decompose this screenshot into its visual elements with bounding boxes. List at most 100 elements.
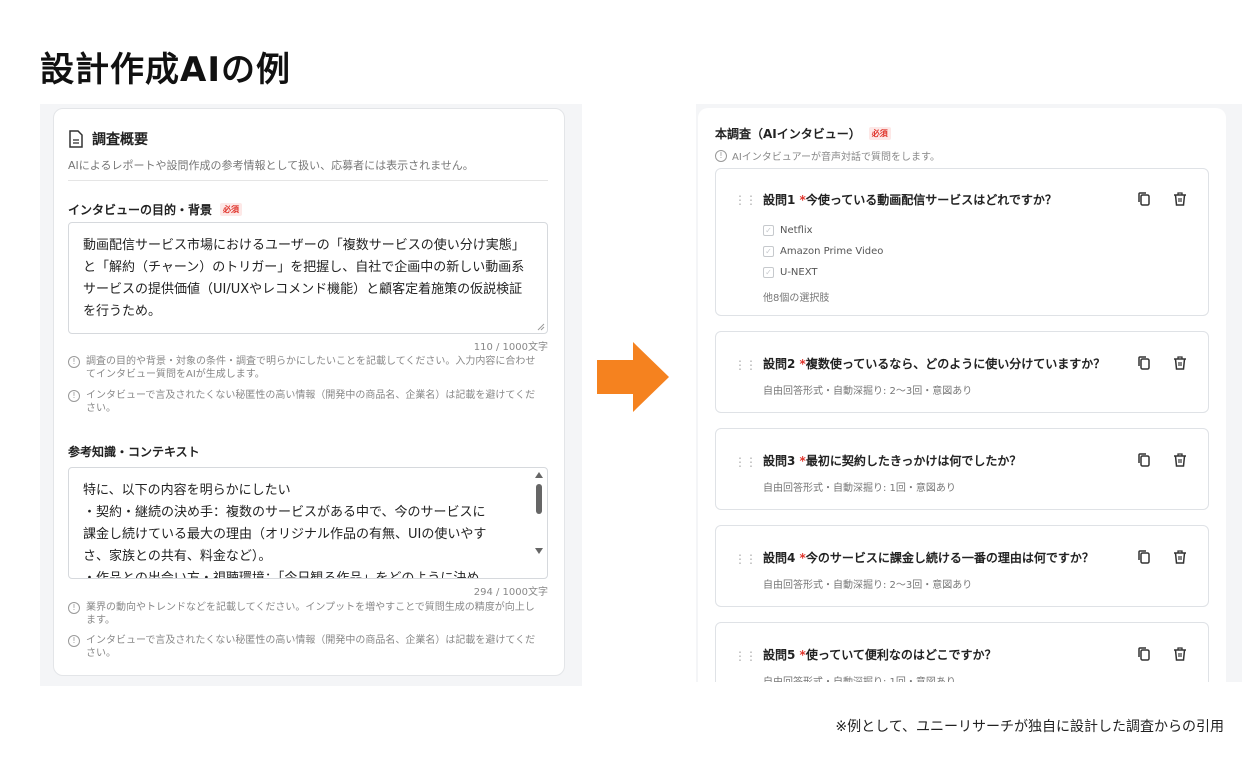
context-line: ・契約・継続の決め手：複数のサービスがある中で、今のサービスに (83, 505, 486, 520)
required-badge: 必須 (220, 203, 243, 216)
drag-handle-icon[interactable]: ⋮⋮ (734, 358, 757, 372)
purpose-text: 動画配信サービス市場におけるユーザーの「複数サービスの使い分け実態」と「解約（チ… (83, 238, 525, 319)
context-line: ・作品との出会い方・視聴環境：「今日観る作品」をどのように決め (83, 571, 480, 579)
checkbox-icon: ✓ (763, 246, 774, 257)
question-text: 最初に契約したきっかけは何でしたか？ (805, 454, 1022, 468)
copy-icon[interactable] (1136, 355, 1152, 371)
option-item: ✓ Netflix (763, 225, 813, 236)
card-subtitle: AIによるレポートや設問作成の参考情報として扱い、応募者には表示されません。 (68, 159, 474, 172)
question-actions (1136, 549, 1188, 565)
resize-grip-icon[interactable] (537, 323, 545, 331)
textarea-scrollbar[interactable] (533, 470, 545, 566)
question-actions (1136, 355, 1188, 371)
note-text: インタビューで言及されたくない秘匿性の高い情報（開発中の商品名、企業名）は記載を… (86, 635, 536, 659)
question-card-2[interactable]: ⋮⋮ 設問2 *複数使っているなら、どのように使い分けていますか？ 自由回答形式… (715, 331, 1209, 413)
question-actions (1136, 191, 1188, 207)
checkbox-icon: ✓ (763, 225, 774, 236)
context-label-text: 参考知識・コンテキスト (68, 445, 200, 459)
question-card-3[interactable]: ⋮⋮ 設問3 *最初に契約したきっかけは何でしたか？ 自由回答形式・自動深掘り:… (715, 428, 1209, 510)
question-title: 設問5 *使っていて便利なのはどこですか？ (763, 646, 997, 663)
info-icon: ! (68, 356, 80, 368)
option-label: U-NEXT (780, 267, 818, 278)
question-text: 今のサービスに課金し続ける一番の理由は何ですか？ (805, 551, 1094, 565)
question-actions (1136, 646, 1188, 662)
purpose-note-1: ! 調査の目的や背景・対象の条件・調査で明らかにしたいことを記載してください。入… (68, 355, 544, 381)
purpose-note-2: ! インタビューで言及されたくない秘匿性の高い情報（開発中の商品名、企業名）は記… (68, 389, 544, 415)
trash-icon[interactable] (1172, 191, 1188, 207)
question-number: 設問4 (763, 551, 796, 565)
question-number: 設問1 (763, 193, 796, 207)
copy-icon[interactable] (1136, 646, 1152, 662)
section-title-text: 本調査（AIインタビュー） (715, 127, 861, 141)
context-note-1: ! 業界の動向やトレンドなどを記載してください。インプットを増やすことで質問生成… (68, 601, 544, 627)
question-meta: 自由回答形式・自動深掘り: 2〜3回・意図あり (763, 580, 973, 591)
info-icon: ! (68, 390, 80, 402)
required-badge: 必須 (868, 127, 891, 140)
question-number: 設問5 (763, 648, 796, 662)
right-arrow-icon (597, 342, 669, 412)
question-title: 設問2 *複数使っているなら、どのように使い分けていますか？ (763, 355, 1105, 372)
question-text: 複数使っているなら、どのように使い分けていますか？ (805, 357, 1106, 371)
drag-handle-icon[interactable]: ⋮⋮ (734, 193, 757, 207)
question-text: 今使っている動画配信サービスはどれですか？ (805, 193, 1057, 207)
page-title: 設計作成AIの例 (40, 50, 291, 90)
card-header: 調査概要 (68, 129, 148, 149)
copy-icon[interactable] (1136, 452, 1152, 468)
purpose-counter: 110 / 1000文字 (473, 342, 548, 353)
purpose-textarea[interactable]: 動画配信サービス市場におけるユーザーの「複数サービスの使い分け実態」と「解約（チ… (68, 222, 548, 334)
context-counter: 294 / 1000文字 (473, 587, 548, 598)
context-line: さ、家族との共有、料金など）。 (83, 549, 272, 564)
left-screenshot: 調査概要 AIによるレポートや設問作成の参考情報として扱い、応募者には表示されま… (40, 104, 582, 686)
drag-handle-icon[interactable]: ⋮⋮ (734, 649, 757, 663)
context-line: 課金し続けている最大の理由（オリジナル作品の有無、UIの使いやす (83, 527, 487, 542)
context-label: 参考知識・コンテキスト (68, 443, 200, 460)
card-title: 調査概要 (92, 132, 148, 148)
question-number: 設問2 (763, 357, 796, 371)
question-card-4[interactable]: ⋮⋮ 設問4 *今のサービスに課金し続ける一番の理由は何ですか？ 自由回答形式・… (715, 525, 1209, 607)
option-label: Netflix (780, 225, 813, 236)
more-options: 他8個の選択肢 (763, 293, 830, 304)
question-title: 設問3 *最初に契約したきっかけは何でしたか？ (763, 452, 1021, 469)
note-text: 業界の動向やトレンドなどを記載してください。インプットを増やすことで質問生成の精… (86, 602, 535, 626)
scroll-up-icon[interactable] (535, 472, 543, 478)
document-icon (69, 130, 83, 148)
context-textarea[interactable]: 特に、以下の内容を明らかにしたい ・契約・継続の決め手：複数のサービスがある中で… (68, 467, 548, 579)
note-text: インタビューで言及されたくない秘匿性の高い情報（開発中の商品名、企業名）は記載を… (86, 390, 536, 414)
question-actions (1136, 452, 1188, 468)
section-subtitle-text: AIインタビュアーが音声対話で質問をします。 (732, 152, 940, 163)
purpose-label-text: インタビューの目的・背景 (68, 203, 213, 217)
source-footnote: ※例として、ユニーリサーチが独自に設計した調査からの引用 (835, 719, 1224, 735)
main-survey-card: 本調査（AIインタビュー） 必須 ! AIインタビュアーが音声対話で質問をします… (698, 108, 1226, 682)
option-item: ✓ U-NEXT (763, 267, 818, 278)
drag-handle-icon[interactable]: ⋮⋮ (734, 455, 757, 469)
question-text: 使っていて便利なのはどこですか？ (805, 648, 997, 662)
section-subtitle: ! AIインタビュアーが音声対話で質問をします。 (715, 148, 940, 163)
scroll-down-icon[interactable] (535, 548, 543, 554)
question-card-5[interactable]: ⋮⋮ 設問5 *使っていて便利なのはどこですか？ 自由回答形式・自動深掘り: 1… (715, 622, 1209, 682)
trash-icon[interactable] (1172, 549, 1188, 565)
scroll-thumb[interactable] (536, 484, 542, 514)
purpose-label: インタビューの目的・背景 必須 (68, 201, 243, 218)
survey-overview-card: 調査概要 AIによるレポートや設問作成の参考情報として扱い、応募者には表示されま… (53, 108, 565, 676)
drag-handle-icon[interactable]: ⋮⋮ (734, 552, 757, 566)
section-title: 本調査（AIインタビュー） 必須 (715, 125, 891, 142)
option-item: ✓ Amazon Prime Video (763, 246, 883, 257)
trash-icon[interactable] (1172, 452, 1188, 468)
question-title: 設問4 *今のサービスに課金し続ける一番の理由は何ですか？ (763, 549, 1094, 566)
question-meta: 自由回答形式・自動深掘り: 2〜3回・意図あり (763, 386, 973, 397)
divider (68, 180, 548, 181)
info-icon: ! (68, 602, 80, 614)
context-note-2: ! インタビューで言及されたくない秘匿性の高い情報（開発中の商品名、企業名）は記… (68, 634, 544, 660)
trash-icon[interactable] (1172, 646, 1188, 662)
context-line: 特に、以下の内容を明らかにしたい (83, 483, 291, 498)
note-text: 調査の目的や背景・対象の条件・調査で明らかにしたいことを記載してください。入力内… (86, 356, 536, 380)
copy-icon[interactable] (1136, 191, 1152, 207)
question-meta: 自由回答形式・自動深掘り: 1回・意図あり (763, 673, 956, 682)
question-card-1[interactable]: ⋮⋮ 設問1 *今使っている動画配信サービスはどれですか？ ✓ Netflix ✓… (715, 168, 1209, 316)
checkbox-icon: ✓ (763, 267, 774, 278)
option-label: Amazon Prime Video (780, 246, 884, 257)
question-number: 設問3 (763, 454, 796, 468)
copy-icon[interactable] (1136, 549, 1152, 565)
info-icon: ! (68, 635, 80, 647)
trash-icon[interactable] (1172, 355, 1188, 371)
